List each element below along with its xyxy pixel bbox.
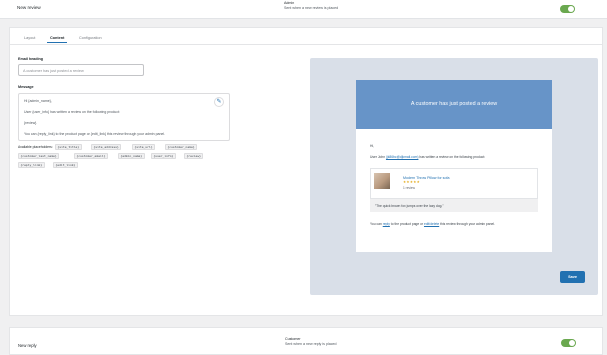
email-title: New review	[17, 5, 41, 10]
email-row-new-reply[interactable]: New reply Customer Sent when a new reply…	[9, 327, 603, 355]
placeholder-chip[interactable]: {review}	[184, 153, 204, 159]
placeholder-chip[interactable]: {edit_link}	[53, 162, 78, 168]
email-heading-input[interactable]: A customer has just posted a review	[18, 64, 144, 76]
message-editor[interactable]: Hi {admin_name}, User {user_info} has wr…	[18, 93, 230, 141]
review-count: 1 review	[403, 186, 415, 190]
email-row-new-review[interactable]: New review Admin Sent when a new review …	[0, 0, 607, 19]
email-description: Sent when a new review is placed	[284, 6, 339, 10]
product-image	[374, 173, 390, 189]
intro-user: User John	[370, 155, 386, 159]
reply-link[interactable]: reply	[383, 222, 390, 226]
tab-bar: Layout Content Configuration	[10, 28, 602, 45]
email-header-banner: A customer has just posted a review	[356, 80, 552, 129]
user-email-link[interactable]: (jk86bc@djkmail.com)	[386, 155, 418, 159]
email-intro: User John (jk86bc@djkmail.com) has writt…	[370, 155, 485, 159]
email-card: A customer has just posted a review Hi, …	[356, 80, 552, 252]
email-title: New reply	[18, 343, 37, 348]
toggle-knob	[569, 340, 575, 346]
message-label: Message	[18, 85, 34, 89]
intro-rest: has written a review on the following pr…	[419, 155, 486, 159]
email-heading-label: Email heading	[18, 57, 43, 61]
placeholder-chip[interactable]: {customer_last_name}	[18, 153, 60, 159]
message-line: Hi {admin_name},	[24, 99, 52, 103]
placeholders-label: Available placeholders:	[18, 145, 53, 149]
placeholder-chip[interactable]: {customer_email}	[74, 153, 108, 159]
email-preview: A customer has just posted a review Hi, …	[310, 58, 598, 295]
email-settings-panel: Layout Content Configuration Email headi…	[9, 27, 603, 316]
placeholder-chip[interactable]: {site_title}	[55, 144, 82, 150]
footer-post: this review through your admin panel.	[440, 222, 495, 226]
message-line: You can {reply_link} to the product page…	[24, 132, 166, 136]
enable-toggle[interactable]	[561, 339, 576, 347]
placeholder-chip[interactable]: {admin_name}	[118, 153, 145, 159]
placeholder-chip[interactable]: {reply_link}	[18, 162, 45, 168]
tab-layout[interactable]: Layout	[24, 36, 35, 40]
edit-delete-link[interactable]: edit/delete	[424, 222, 439, 226]
email-greeting: Hi,	[370, 144, 375, 148]
email-recipient-info: Customer Sent when a new reply is placed	[285, 337, 337, 347]
footer-mid: to the product page or	[390, 222, 424, 226]
message-line: {review}	[24, 121, 37, 125]
save-button[interactable]: Save	[560, 271, 585, 283]
placeholder-chip[interactable]: {user_info}	[151, 153, 176, 159]
placeholder-chip[interactable]: {customer_name}	[165, 144, 198, 150]
enable-toggle[interactable]	[560, 5, 575, 13]
footer-pre: You can	[370, 222, 382, 226]
tab-content[interactable]: Content	[46, 36, 68, 43]
email-footer-text: You can reply to the product page or edi…	[370, 222, 495, 226]
email-recipient-info: Admin Sent when a new review is placed	[284, 1, 338, 11]
tab-configuration[interactable]: Configuration	[79, 36, 102, 40]
toggle-knob	[568, 6, 574, 12]
rating-stars: ★★★★★	[403, 180, 421, 184]
edit-pencil-icon[interactable]: ✎	[214, 97, 224, 107]
placeholder-chip[interactable]: {site_url}	[132, 144, 156, 150]
review-quote: "The quick brown fox jumps over the lazy…	[370, 198, 538, 212]
email-description: Sent when a new reply is placed	[285, 342, 337, 346]
placeholder-chip[interactable]: {site_address}	[91, 144, 122, 150]
message-line: User {user_info} has written a review on…	[24, 110, 120, 114]
